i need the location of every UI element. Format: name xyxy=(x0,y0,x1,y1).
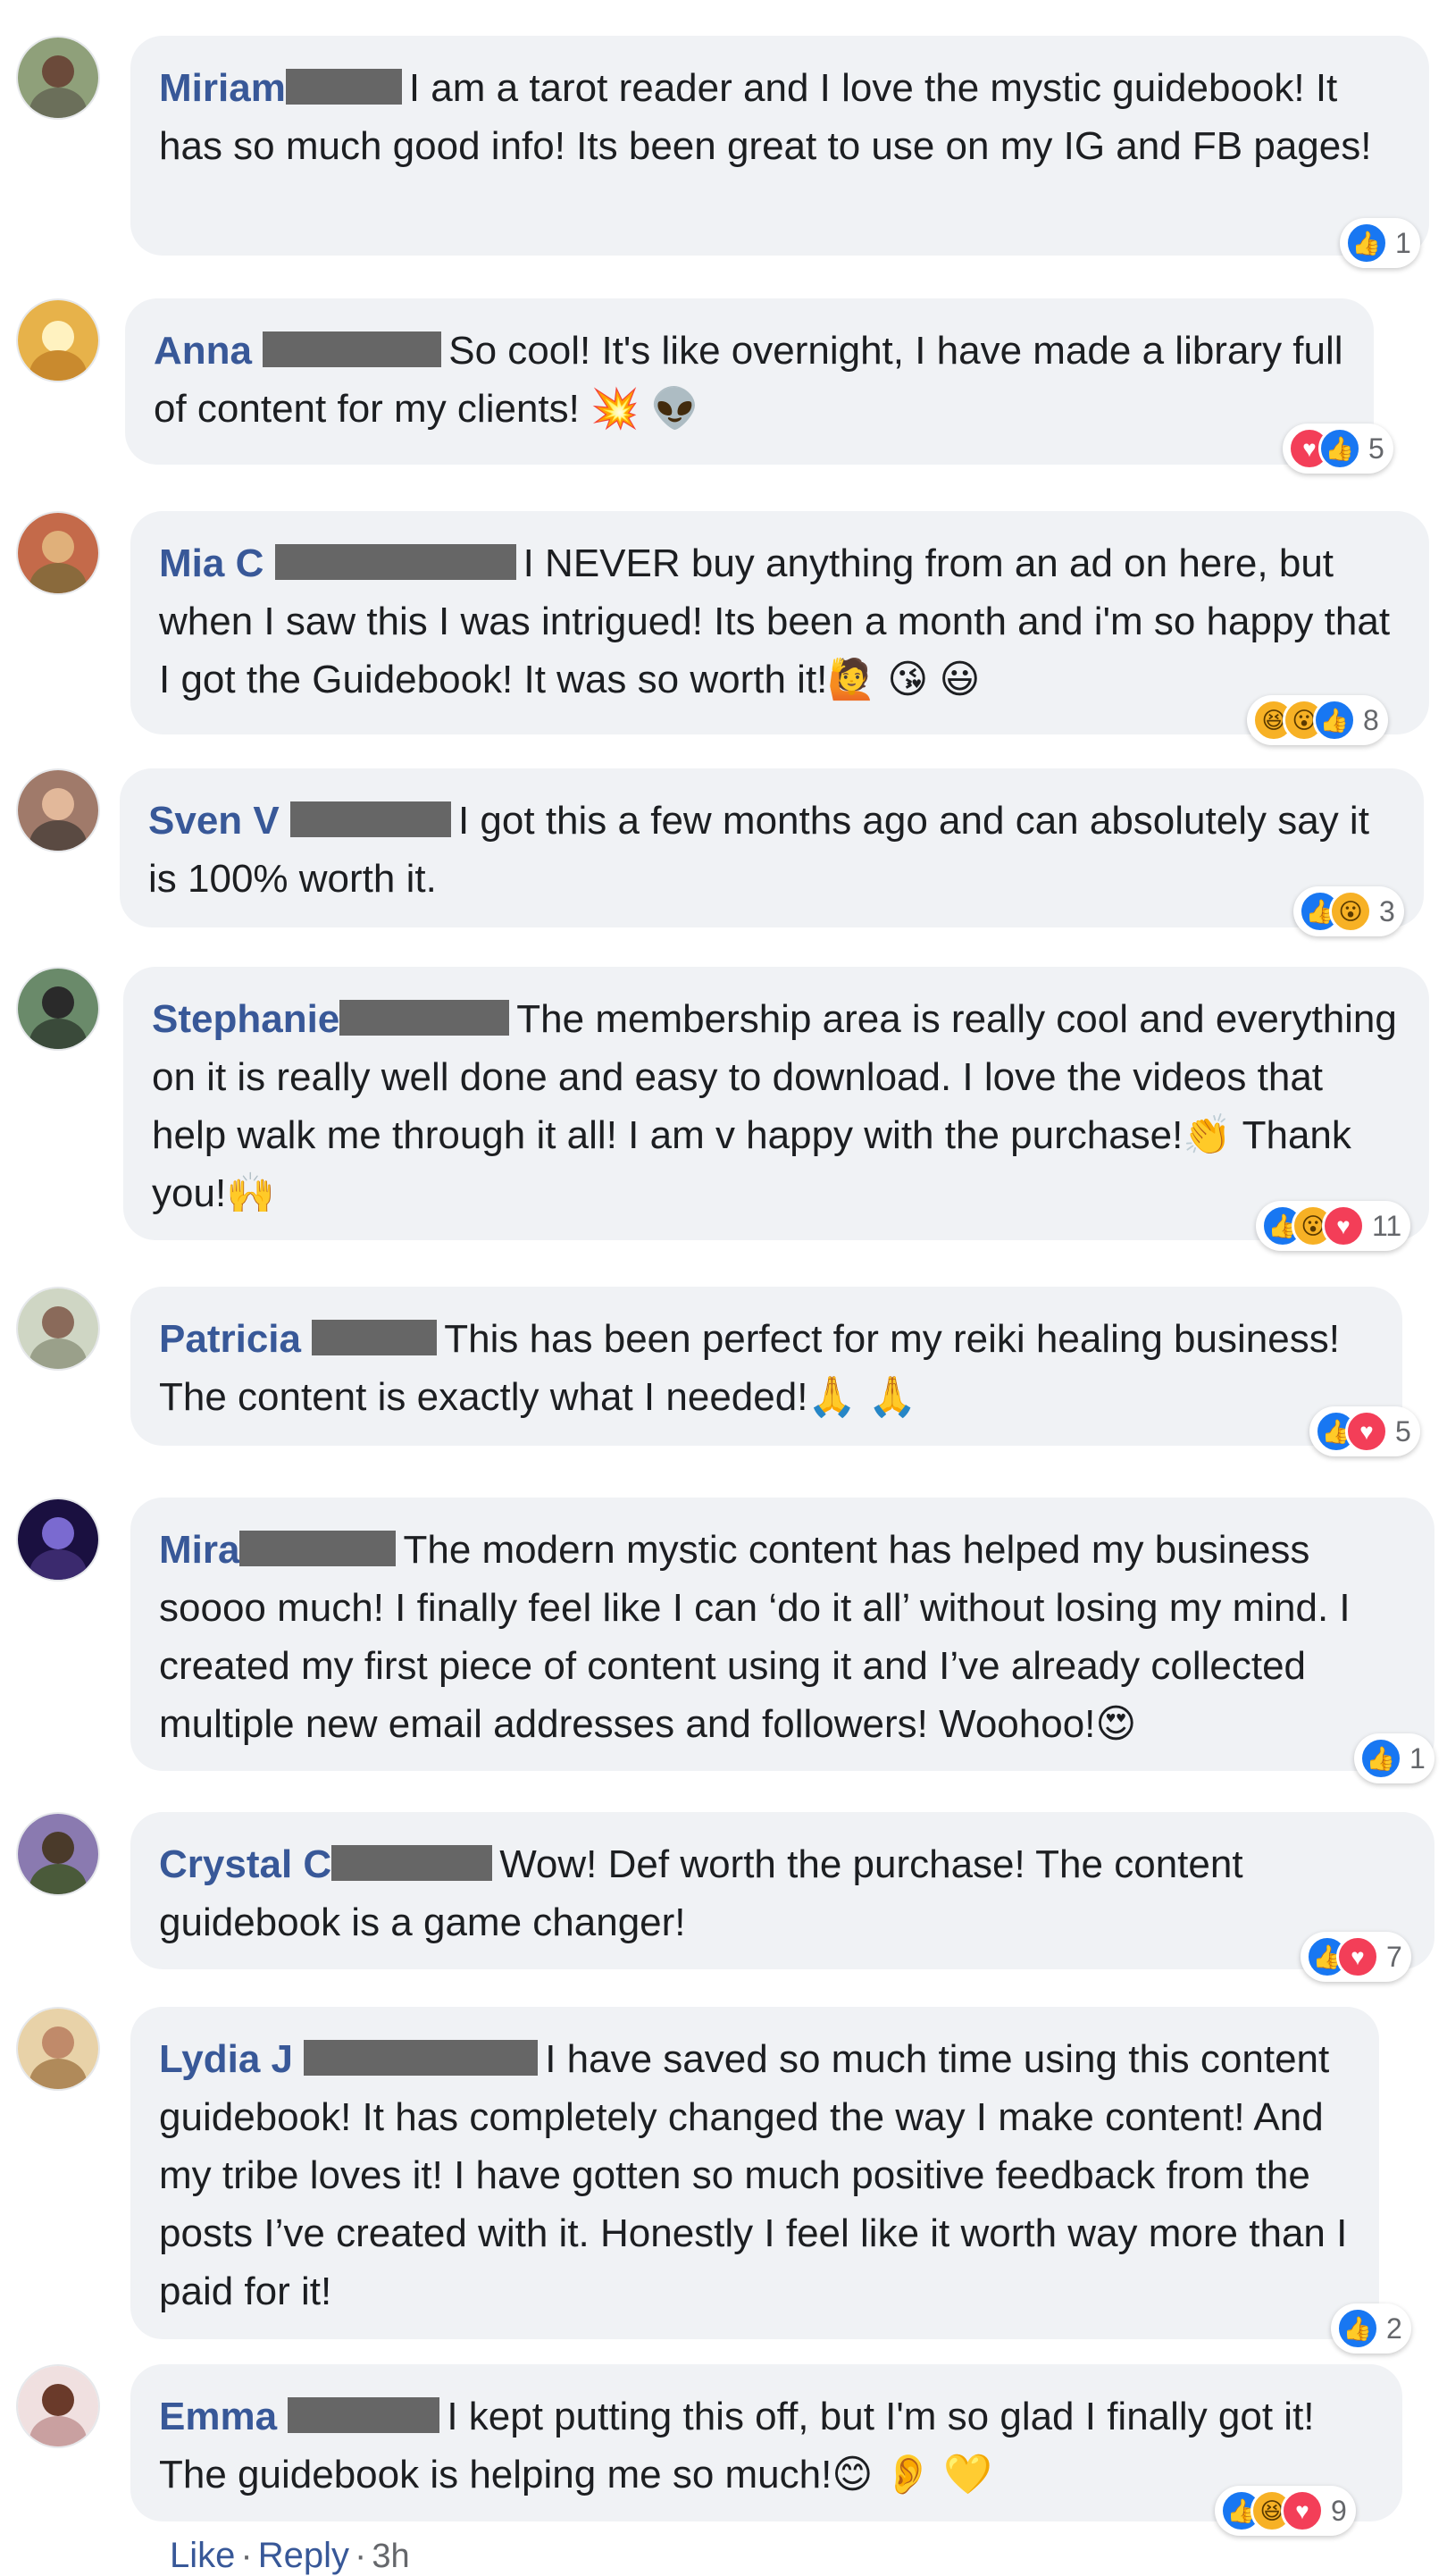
like-link[interactable]: Like xyxy=(170,2536,235,2575)
like-icon: 👍 xyxy=(1359,1737,1402,1780)
love-icon: ♥ xyxy=(1322,1204,1365,1247)
commenter-name[interactable]: Sven V xyxy=(148,799,280,843)
comment-bubble: Patricia This has been perfect for my re… xyxy=(130,1287,1402,1446)
separator: · xyxy=(240,2536,253,2575)
wow-icon: 😮 xyxy=(1329,890,1372,933)
redaction-block xyxy=(339,1000,510,1036)
comment-bubble: Miriam I am a tarot reader and I love the… xyxy=(130,36,1429,256)
reply-link[interactable]: Reply xyxy=(258,2536,349,2575)
reaction-summary[interactable]: ♥ 👍 5 xyxy=(1283,424,1393,474)
comment-bubble: Emma I kept putting this off, but I'm so… xyxy=(130,2364,1402,2521)
redaction-block xyxy=(239,1531,397,1566)
comment-bubble: Anna So cool! It's like overnight, I hav… xyxy=(125,298,1374,465)
reaction-count: 1 xyxy=(1395,226,1411,259)
like-icon: 👍 xyxy=(1318,427,1361,470)
avatar[interactable] xyxy=(16,967,100,1051)
redaction-block xyxy=(304,2040,539,2076)
reaction-summary[interactable]: 👍 2 xyxy=(1331,2303,1411,2354)
reaction-summary[interactable]: 👍 1 xyxy=(1354,1733,1434,1783)
reaction-summary[interactable]: 👍 ♥ 7 xyxy=(1301,1932,1411,1982)
like-icon: 👍 xyxy=(1345,222,1388,264)
comment-bubble: Crystal C Wow! Def worth the purchase! Th… xyxy=(130,1812,1434,1969)
redaction-block xyxy=(263,331,442,367)
comment-bubble: Sven V I got this a few months ago and c… xyxy=(120,768,1424,927)
reaction-summary[interactable]: 👍 ♥ 5 xyxy=(1309,1406,1420,1456)
avatar[interactable] xyxy=(16,36,100,120)
avatar[interactable] xyxy=(16,2007,100,2091)
reaction-summary[interactable]: 👍 1 xyxy=(1340,218,1420,268)
reaction-summary[interactable]: 👍 😆 ♥ 9 xyxy=(1215,2486,1356,2536)
commenter-name[interactable]: Patricia xyxy=(159,1317,301,1361)
comment-bubble: Lydia J I have saved so much time using … xyxy=(130,2007,1379,2339)
comment-timestamp[interactable]: 3h xyxy=(372,2538,409,2575)
reaction-summary[interactable]: 👍 😮 3 xyxy=(1293,886,1404,936)
reaction-summary[interactable]: 👍 😮 ♥ 11 xyxy=(1256,1201,1411,1251)
avatar[interactable] xyxy=(16,298,100,382)
commenter-name[interactable]: Anna xyxy=(154,329,252,373)
redaction-block xyxy=(331,1845,493,1881)
comment-actions: Like · Reply · 3h xyxy=(170,2536,410,2576)
redaction-block xyxy=(288,2397,440,2433)
commenter-name[interactable]: Miriam xyxy=(159,66,286,110)
commenter-name[interactable]: Lydia J xyxy=(159,2037,293,2081)
commenter-name[interactable]: Mia C xyxy=(159,541,263,585)
separator: · xyxy=(354,2536,367,2575)
commenter-name[interactable]: Stephanie xyxy=(152,997,339,1041)
avatar[interactable] xyxy=(16,2364,100,2448)
redaction-block xyxy=(289,801,451,837)
love-icon: ♥ xyxy=(1336,1935,1379,1978)
love-icon: ♥ xyxy=(1281,2489,1324,2532)
commenter-name[interactable]: Emma xyxy=(159,2395,277,2438)
love-icon: ♥ xyxy=(1345,1410,1388,1453)
commenter-name[interactable]: Mira xyxy=(159,1528,239,1572)
reaction-count: 3 xyxy=(1379,894,1395,927)
comment-bubble: Stephanie The membership area is really c… xyxy=(123,967,1429,1240)
reaction-count: 7 xyxy=(1386,1940,1402,1973)
redaction-block xyxy=(285,69,402,105)
reaction-count: 5 xyxy=(1395,1414,1411,1447)
reaction-count: 5 xyxy=(1368,432,1384,465)
reaction-count: 2 xyxy=(1386,2312,1402,2345)
reaction-count: 11 xyxy=(1372,1209,1402,1242)
comment-bubble: Mia C I NEVER buy anything from an ad on… xyxy=(130,511,1429,734)
comment-bubble: Mira The modern mystic content has helped… xyxy=(130,1498,1434,1771)
reaction-count: 1 xyxy=(1409,1741,1426,1775)
redaction-block xyxy=(274,544,516,580)
like-icon: 👍 xyxy=(1313,699,1356,742)
comment-text: I have saved so much time using this con… xyxy=(159,2037,1348,2313)
avatar[interactable] xyxy=(16,1812,100,1896)
reaction-summary[interactable]: 😆 😮 👍 8 xyxy=(1247,695,1388,745)
like-icon: 👍 xyxy=(1336,2307,1379,2350)
reaction-count: 8 xyxy=(1363,703,1379,736)
avatar[interactable] xyxy=(16,511,100,595)
redaction-block xyxy=(312,1320,438,1355)
avatar[interactable] xyxy=(16,1287,100,1371)
reaction-count: 9 xyxy=(1331,2494,1347,2527)
avatar[interactable] xyxy=(16,1498,100,1582)
avatar[interactable] xyxy=(16,768,100,852)
commenter-name[interactable]: Crystal C xyxy=(159,1842,331,1886)
